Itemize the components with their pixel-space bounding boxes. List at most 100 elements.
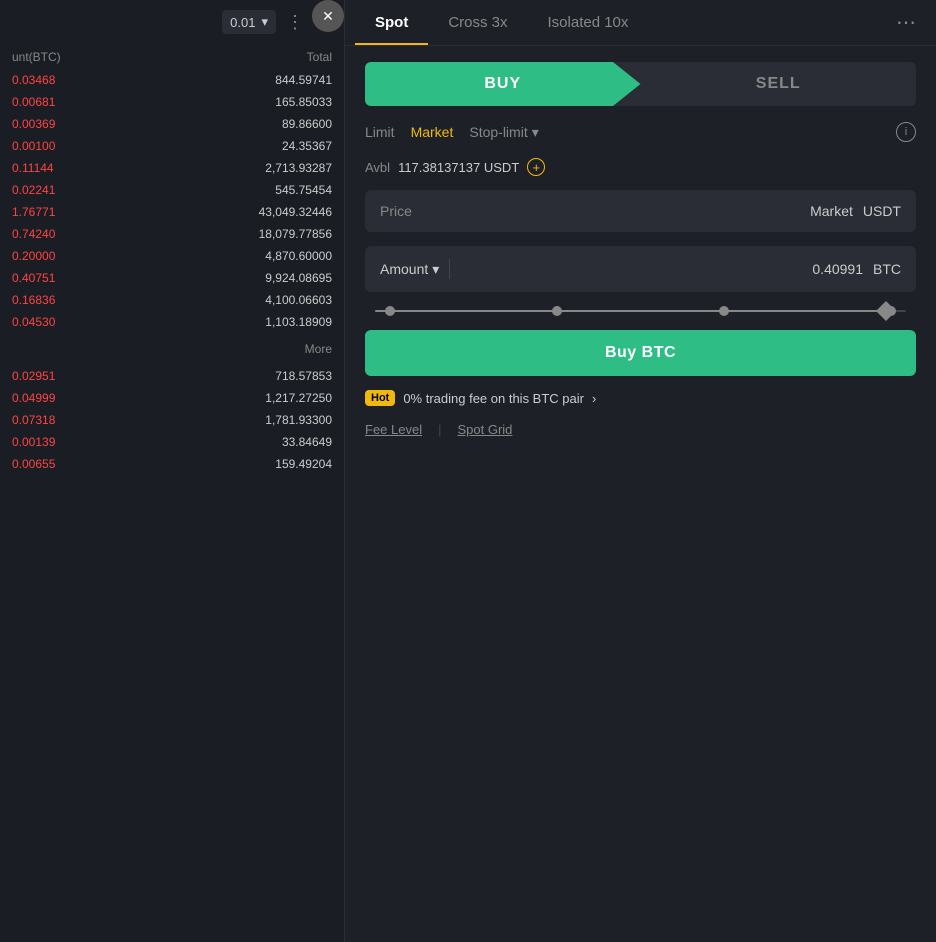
table-row: 0.02951718.57853: [2, 366, 342, 386]
row-total: 89.86600: [147, 114, 342, 134]
row-amount: 0.11144: [2, 158, 145, 178]
amount-input-field[interactable]: Amount ▾ 0.40991 BTC: [365, 246, 916, 292]
table-row: 0.02241545.75454: [2, 180, 342, 200]
amount-column-header: unt(BTC): [2, 46, 145, 68]
tab-more-icon[interactable]: ⋯: [886, 0, 926, 45]
row-amount: 1.76771: [2, 202, 145, 222]
row-amount: 0.00681: [2, 92, 145, 112]
arrow-right-icon: ›: [592, 391, 596, 406]
sell-button[interactable]: SELL: [641, 62, 917, 106]
slider-handle[interactable]: [876, 301, 896, 321]
row-total: 4,100.06603: [147, 290, 342, 310]
table-row: 1.7677143,049.32446: [2, 202, 342, 222]
row-total: 844.59741: [147, 70, 342, 90]
trade-area: BUY SELL Limit Market Stop-limit ▾ i Avb…: [345, 46, 936, 453]
row-amount: 0.00655: [2, 454, 145, 474]
row-amount: 0.02241: [2, 180, 145, 200]
table-row: 0.00681165.85033: [2, 92, 342, 112]
table-row: 0.7424018,079.77856: [2, 224, 342, 244]
row-amount: 0.07318: [2, 410, 145, 430]
table-row: 0.03468844.59741: [2, 70, 342, 90]
order-type-stop-limit[interactable]: Stop-limit ▾: [469, 124, 538, 141]
table-row: 0.049991,217.27250: [2, 388, 342, 408]
available-balance-row: Avbl 117.38137137 USDT +: [365, 158, 916, 176]
row-total: 1,217.27250: [147, 388, 342, 408]
price-value: Market: [422, 203, 853, 219]
info-icon[interactable]: i: [896, 122, 916, 142]
amount-dropdown[interactable]: Amount ▾: [380, 261, 439, 278]
row-total: 545.75454: [147, 180, 342, 200]
order-type-market[interactable]: Market: [411, 120, 454, 144]
spot-grid-link[interactable]: Spot Grid: [457, 422, 512, 437]
decimal-selector[interactable]: 0.01 ▾: [222, 10, 276, 34]
table-row: 0.111442,713.93287: [2, 158, 342, 178]
close-button[interactable]: ✕: [312, 0, 344, 32]
row-total: 159.49204: [147, 454, 342, 474]
row-amount: 0.00100: [2, 136, 145, 156]
footer-links: Fee Level | Spot Grid: [365, 422, 916, 437]
row-total: 33.84649: [147, 432, 342, 452]
chevron-down-icon: ▾: [532, 124, 539, 141]
row-total: 1,103.18909: [147, 312, 342, 332]
row-amount: 0.03468: [2, 70, 145, 90]
row-amount: 0.16836: [2, 290, 145, 310]
tab-isolated-10x[interactable]: Isolated 10x: [528, 0, 649, 45]
row-total: 165.85033: [147, 92, 342, 112]
left-header: 0.01 ▾ ⋮: [0, 0, 344, 44]
table-row: 0.0010024.35367: [2, 136, 342, 156]
tab-cross-3x[interactable]: Cross 3x: [428, 0, 527, 45]
promo-text: 0% trading fee on this BTC pair: [403, 391, 584, 406]
table-row: 0.00655159.49204: [2, 454, 342, 474]
fee-level-link[interactable]: Fee Level: [365, 422, 422, 437]
table-row: 0.045301,103.18909: [2, 312, 342, 332]
amount-slider[interactable]: [365, 306, 916, 316]
promo-row: Hot 0% trading fee on this BTC pair ›: [365, 390, 916, 406]
buy-btc-button[interactable]: Buy BTC: [365, 330, 916, 376]
row-amount: 0.04999: [2, 388, 145, 408]
add-funds-button[interactable]: +: [527, 158, 545, 176]
slider-dot-25: [552, 306, 562, 316]
chevron-down-icon: ▾: [432, 261, 439, 278]
row-amount: 0.00369: [2, 114, 145, 134]
row-amount: 0.74240: [2, 224, 145, 244]
row-total: 43,049.32446: [147, 202, 342, 222]
trading-panel: Spot Cross 3x Isolated 10x ⋯ BUY SELL Li…: [345, 0, 936, 942]
more-label[interactable]: More: [147, 334, 342, 364]
row-total: 2,713.93287: [147, 158, 342, 178]
chevron-down-icon: ▾: [261, 14, 268, 30]
buy-button[interactable]: BUY: [365, 62, 641, 106]
row-amount: 0.04530: [2, 312, 145, 332]
price-label: Price: [380, 203, 412, 219]
table-row: 0.073181,781.93300: [2, 410, 342, 430]
slider-track: [375, 310, 906, 312]
tab-spot[interactable]: Spot: [355, 0, 428, 45]
slider-dot-0: [385, 306, 395, 316]
price-currency: USDT: [863, 203, 901, 219]
row-amount: 0.02951: [2, 366, 145, 386]
price-input-field[interactable]: Price Market USDT: [365, 190, 916, 232]
row-total: 1,781.93300: [147, 410, 342, 430]
more-options-icon[interactable]: ⋮: [286, 12, 304, 33]
table-row: 0.168364,100.06603: [2, 290, 342, 310]
order-book-table: unt(BTC) Total 0.03468844.597410.0068116…: [0, 44, 344, 476]
hot-badge: Hot: [365, 390, 395, 406]
order-type-limit[interactable]: Limit: [365, 120, 395, 144]
row-amount: 0.40751: [2, 268, 145, 288]
table-row: 0.0013933.84649: [2, 432, 342, 452]
avbl-amount: 117.38137137 USDT: [398, 160, 519, 175]
avbl-label: Avbl: [365, 160, 390, 175]
slider-dots: [385, 306, 896, 316]
table-row: 0.200004,870.60000: [2, 246, 342, 266]
order-type-bar: Limit Market Stop-limit ▾ i: [365, 120, 916, 144]
row-total: 4,870.60000: [147, 246, 342, 266]
table-row: 0.0036989.86600: [2, 114, 342, 134]
row-amount: 0.20000: [2, 246, 145, 266]
slider-dot-50: [719, 306, 729, 316]
decimal-value: 0.01: [230, 15, 255, 30]
row-total: 9,924.08695: [147, 268, 342, 288]
amount-currency: BTC: [873, 261, 901, 277]
table-row: 0.407519,924.08695: [2, 268, 342, 288]
input-divider: [449, 259, 450, 279]
footer-separator: |: [438, 422, 441, 437]
total-column-header: Total: [147, 46, 342, 68]
